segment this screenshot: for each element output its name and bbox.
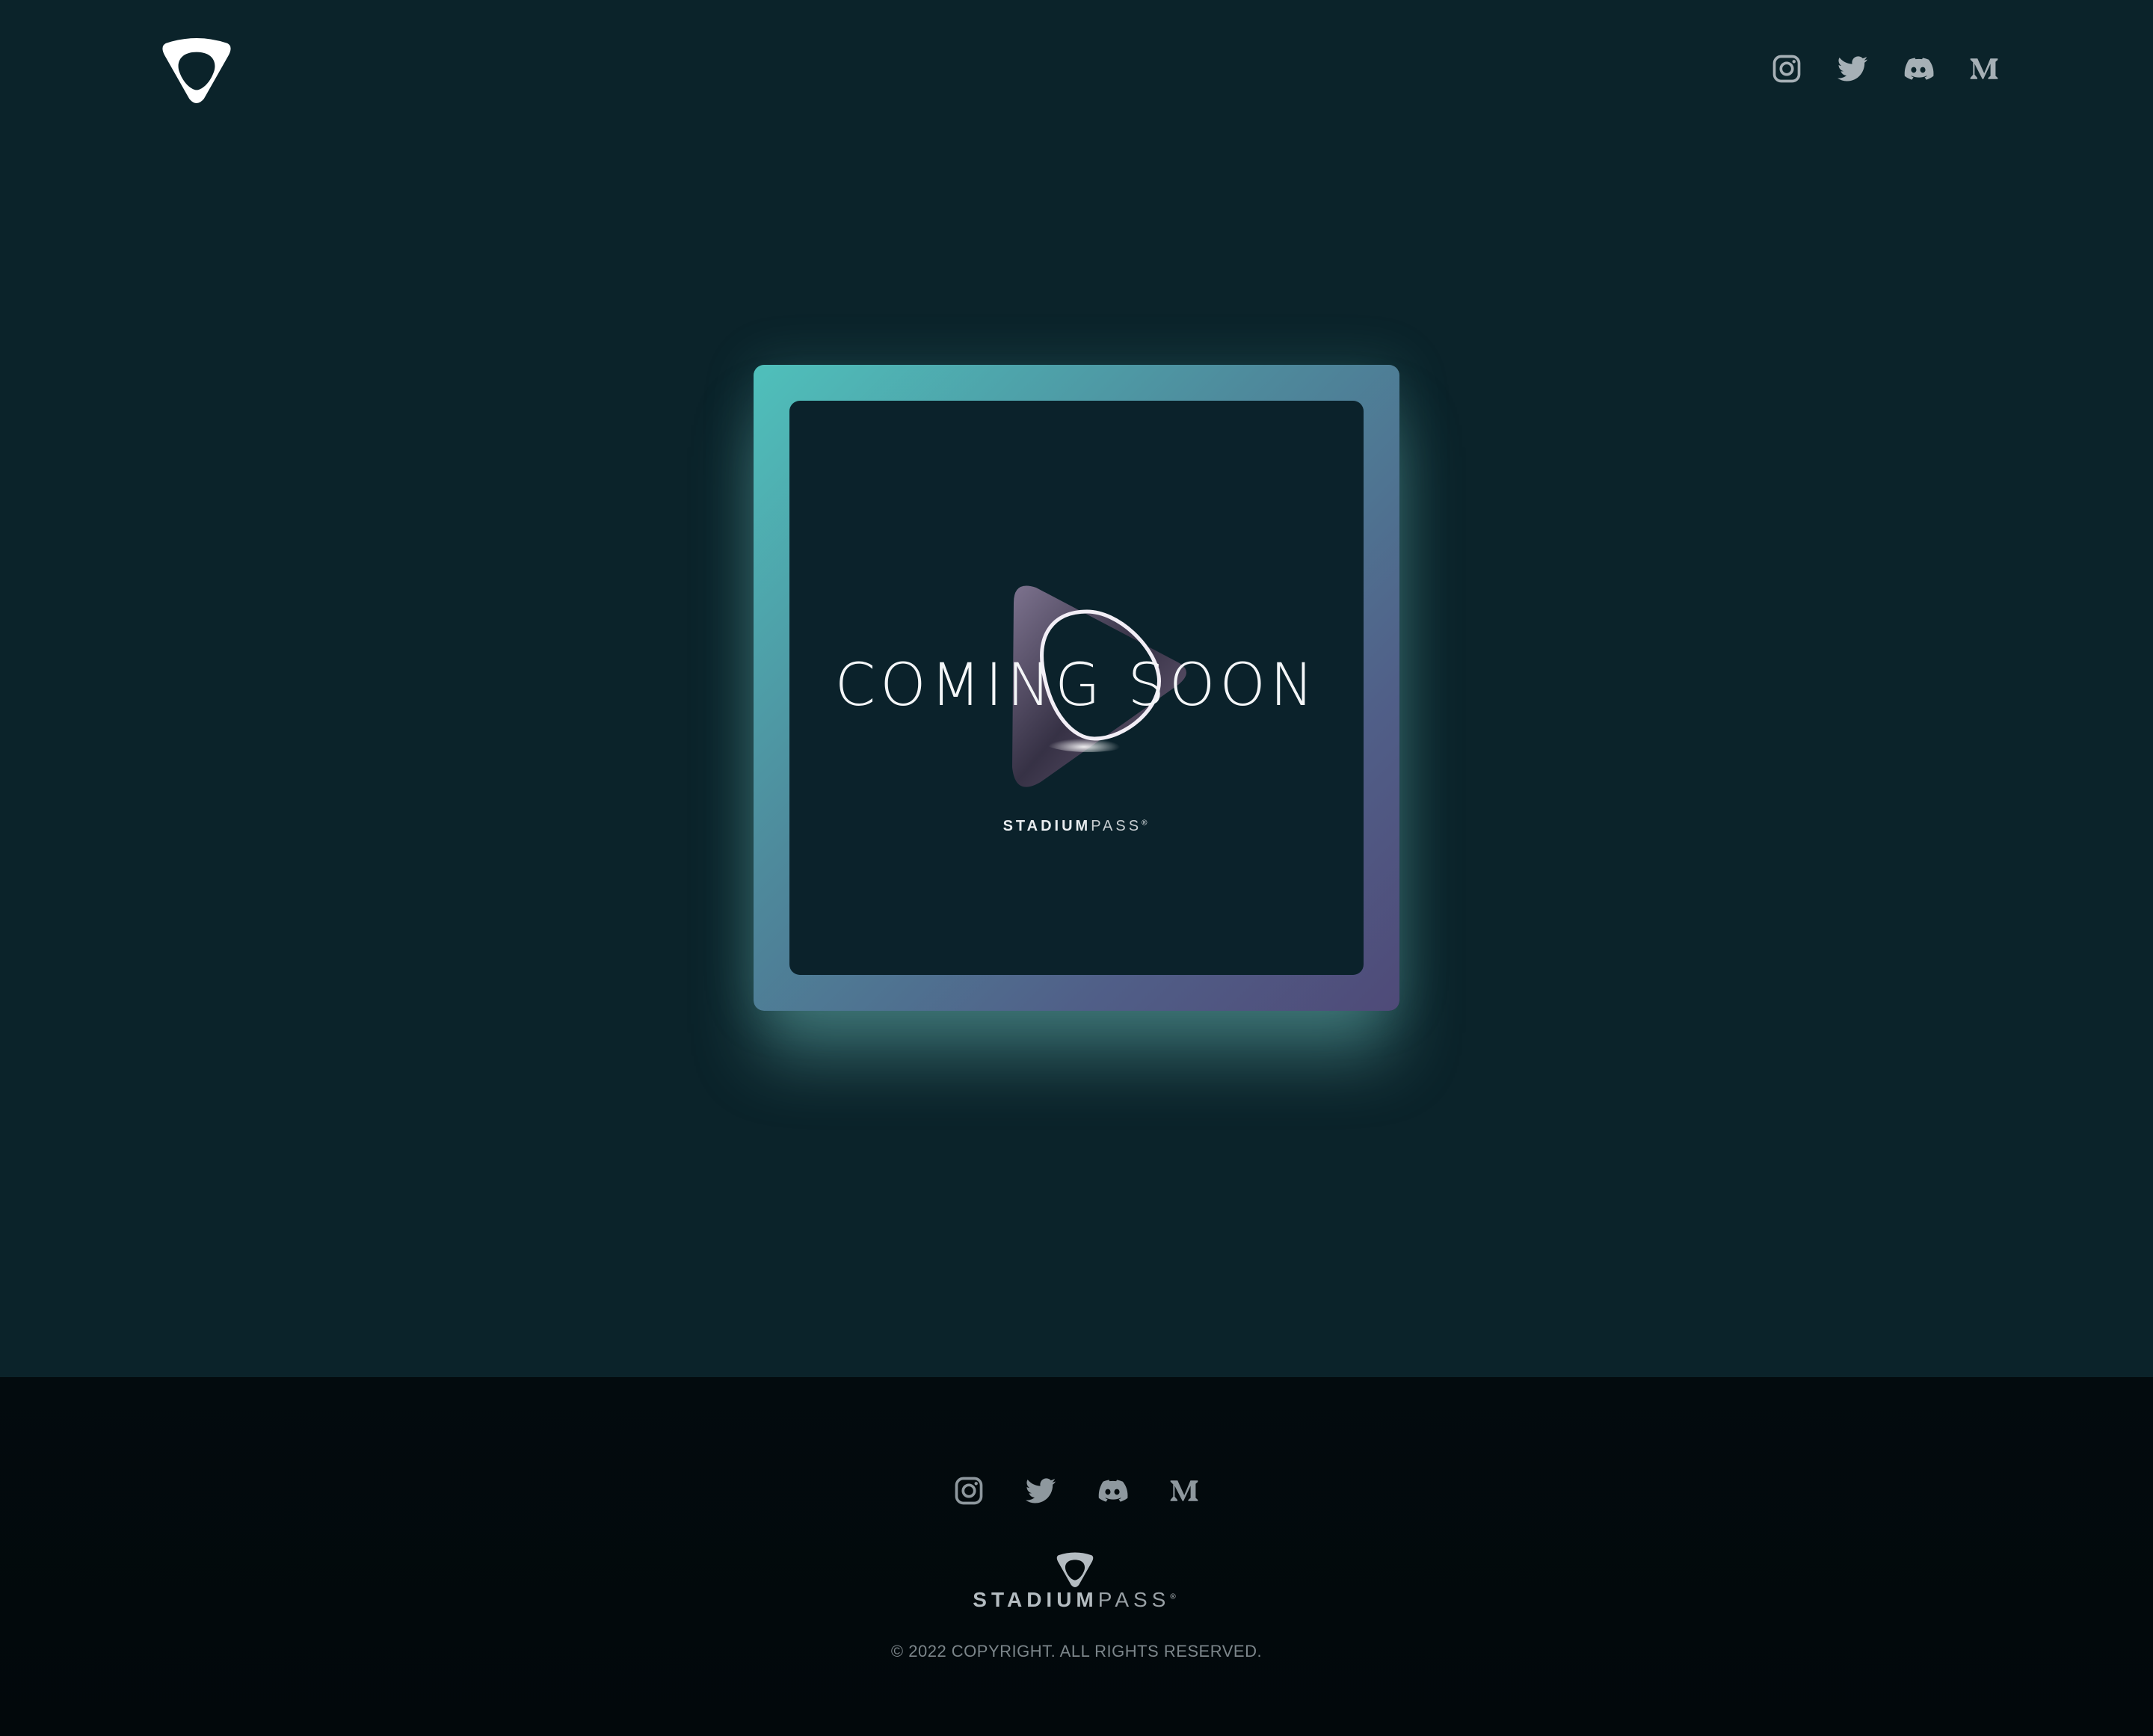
wordmark-stadium: STADIUM [973,1588,1098,1611]
footer-stadiumpass-wordmark: STADIUMPASS® [0,1588,2153,1612]
header-social-links [1770,52,2000,85]
discord-icon[interactable] [1096,1474,1129,1507]
site-header [0,0,2153,150]
medium-icon[interactable] [1968,52,2000,85]
stadiumpass-logo-icon[interactable] [160,37,233,105]
wordmark-pass: PASS [1097,1588,1171,1611]
copyright-text: © 2022 COPYRIGHT. ALL RIGHTS RESERVED. [890,1642,1263,1660]
twitter-icon[interactable] [1836,52,1869,85]
footer-social-links [0,1474,2153,1507]
site-footer: STADIUMPASS® © 2022 COPYRIGHT. ALL RIGHT… [0,1377,2153,1736]
coming-soon-card: COMING SOON STADIUMPASS® [754,365,1399,1011]
discord-icon[interactable] [1902,52,1935,85]
stadiumpass-logo-icon [1056,1552,1094,1587]
coming-soon-heading: COMING SOON [834,652,1319,719]
main-content: COMING SOON STADIUMPASS® [0,150,2153,1377]
stadiumpass-wordmark: STADIUMPASS® [789,818,1364,835]
instagram-icon[interactable] [1770,52,1803,85]
coming-soon-card-inner: COMING SOON STADIUMPASS® [789,401,1364,975]
medium-icon[interactable] [1168,1474,1201,1507]
twitter-icon[interactable] [1024,1474,1057,1507]
wordmark-registered: ® [1142,819,1151,828]
wordmark-pass: PASS [1091,818,1142,834]
wordmark-stadium: STADIUM [1002,818,1091,834]
instagram-icon[interactable] [952,1474,985,1507]
wordmark-registered: ® [1170,1592,1180,1601]
